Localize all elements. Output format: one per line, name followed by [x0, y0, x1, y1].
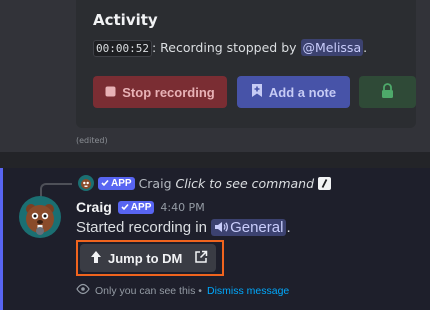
add-note-label: Add a note: [268, 84, 337, 100]
message-period: .: [286, 219, 291, 236]
app-tag-label: APP: [130, 201, 152, 213]
slash-command-icon: [318, 176, 332, 190]
app-tag-label: APP: [111, 177, 132, 189]
speaker-icon: [215, 222, 229, 232]
jump-to-dm-button[interactable]: Jump to DM: [80, 244, 216, 272]
ephemeral-notice: Only you can see this • Dismiss message: [76, 283, 289, 298]
command-reply-line[interactable]: APP Craig Click to see command: [78, 175, 332, 191]
dismiss-message-link[interactable]: Dismiss message: [207, 285, 289, 297]
craig-mini-avatar: [78, 175, 94, 191]
jump-to-dm-label: Jump to DM: [108, 250, 183, 266]
stop-square-icon: [105, 85, 116, 100]
check-icon: [101, 179, 109, 187]
lock-icon: [381, 83, 394, 101]
timestamp-code: 00:00:52: [93, 40, 152, 57]
see-command-link[interactable]: Click to see command: [176, 176, 315, 191]
add-note-button[interactable]: Add a note: [237, 76, 350, 108]
message-text: Started recording in: [76, 219, 212, 236]
edited-label: (edited): [76, 136, 108, 145]
channel-name: General: [230, 219, 284, 236]
external-link-icon: [194, 250, 208, 267]
channel-mention[interactable]: General: [211, 219, 287, 236]
activity-text: : Recording stopped by: [151, 40, 301, 55]
embed-activity-line: 00:00:52: Recording stopped by @Melissa.: [93, 39, 368, 57]
arrow-up-icon: [90, 250, 102, 267]
avatar[interactable]: [19, 196, 61, 238]
lock-button[interactable]: [359, 76, 416, 108]
message-divider: [0, 152, 430, 168]
reply-author-name: Craig: [138, 175, 172, 191]
app-tag: APP: [98, 176, 135, 190]
message-content: Started recording in General.: [76, 219, 291, 236]
author-name[interactable]: Craig: [76, 199, 112, 215]
stop-recording-button[interactable]: Stop recording: [93, 76, 227, 108]
app-tag: APP: [117, 200, 155, 214]
stop-recording-label: Stop recording: [122, 84, 215, 100]
bookmark-plus-icon: [251, 83, 263, 101]
activity-period: .: [363, 40, 368, 55]
check-icon: [121, 203, 129, 211]
user-mention[interactable]: @Melissa: [300, 39, 364, 56]
eye-icon: [76, 283, 90, 298]
embed-title: Activity: [93, 11, 158, 29]
message-accent-bar: [0, 168, 3, 310]
message-header: Craig APP 4:40 PM: [76, 199, 205, 215]
ephemeral-text: Only you can see this •: [95, 284, 202, 297]
message-timestamp: 4:40 PM: [160, 200, 205, 214]
activity-embed: Activity 00:00:52: Recording stopped by …: [76, 0, 416, 128]
